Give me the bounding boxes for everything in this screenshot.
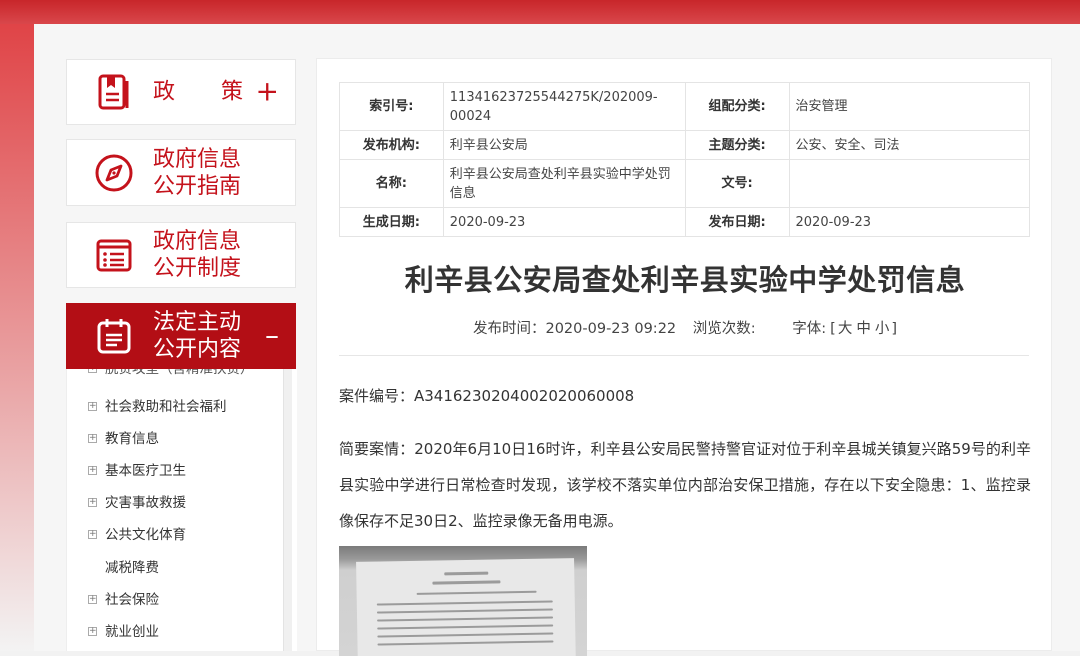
font-small-button[interactable]: 小 — [875, 321, 890, 337]
doc-number-label: 文号: — [684, 159, 790, 208]
scanned-document-image — [339, 546, 587, 656]
scanned-paper — [356, 558, 576, 656]
list-item-label: 教育信息 — [105, 431, 159, 447]
list-item-label: 就业创业 — [105, 624, 159, 640]
list-item-label: 社会保险 — [105, 592, 159, 608]
expand-icon[interactable]: + — [256, 77, 279, 105]
sidebar-policy[interactable]: 政策 + — [66, 59, 296, 125]
category-value: 治安管理 — [788, 82, 1030, 131]
created-date-value: 2020-09-23 — [442, 207, 686, 237]
list-scrollbar[interactable] — [283, 369, 292, 651]
list-item[interactable]: + 灾害事故救援 — [88, 493, 186, 513]
page-edge-decoration — [0, 24, 34, 651]
sidebar-system[interactable]: 政府信息 公开制度 — [66, 222, 296, 288]
category-label: 组配分类: — [684, 82, 790, 131]
publish-time: 发布时间：2020-09-23 09:22 — [472, 321, 677, 337]
disclosure-subcategory-list: + 脱贫攻坚（含精准扶贫） + 社会救助和社会福利 + 教育信息 + 基本医疗卫生 + 灾害事… — [66, 369, 297, 651]
index-number-label: 索引号: — [339, 82, 444, 131]
list-item[interactable]: + 社会保险 — [88, 590, 159, 610]
list-item-label: 公共文化体育 — [105, 527, 186, 543]
publish-info: 发布时间：2020-09-23 09:22 浏览次数: 字体:[大中小] — [317, 317, 1053, 338]
view-count: 浏览次数: — [692, 321, 756, 337]
top-banner — [0, 0, 1080, 24]
expand-box-icon[interactable]: + — [88, 498, 97, 507]
font-large-button[interactable]: 大 — [838, 321, 853, 337]
case-brief: 简要案情：2020年6月10日16时许，利辛县公安局民警持警官证对位于利辛县城关… — [339, 440, 1031, 530]
sidebar-mandatory-label: 法定主动 公开内容 — [153, 310, 242, 362]
expand-box-icon[interactable]: + — [88, 595, 97, 604]
sidebar-guide-label: 政府信息 公开指南 — [153, 146, 242, 199]
list-item-label: 基本医疗卫生 — [105, 463, 186, 479]
article-title: 利辛县公安局查处利辛县实验中学处罚信息 — [404, 263, 966, 297]
topic-label: 主题分类: — [684, 130, 790, 160]
expand-box-icon[interactable]: + — [88, 627, 97, 636]
collapse-icon[interactable]: – — [265, 321, 279, 349]
list-item[interactable]: + 社会救助和社会福利 — [88, 397, 227, 417]
topic-value: 公安、安全、司法 — [788, 130, 1030, 160]
expand-box-icon[interactable]: + — [88, 530, 97, 539]
list-board-icon — [96, 239, 132, 272]
sidebar-system-label: 政府信息 公开制度 — [153, 229, 242, 281]
sidebar-mandatory-disclosure[interactable]: 法定主动 公开内容 – — [66, 303, 296, 369]
index-number-value: 11341623725544275K/202009-00024 — [442, 82, 686, 131]
list-item[interactable]: + 公共文化体育 — [88, 525, 186, 545]
name-label: 名称: — [339, 159, 444, 208]
name-value: 利辛县公安局查处利辛县实验中学处罚信息 — [442, 159, 686, 208]
expand-box-icon[interactable]: + — [88, 434, 97, 443]
main-panel: 索引号: 11341623725544275K/202009-00024 组配分… — [316, 58, 1053, 656]
sidebar-guide[interactable]: 政府信息 公开指南 — [66, 139, 296, 206]
divider — [339, 355, 1029, 356]
list-item[interactable]: + 就业创业 — [88, 622, 159, 642]
list-item-label: 减税降费 — [105, 560, 159, 576]
publisher-label: 发布机构: — [339, 130, 444, 160]
list-item-label: 灾害事故救援 — [105, 495, 186, 511]
expand-box-icon[interactable]: + — [88, 369, 97, 373]
font-size-control: 字体:[大中小] — [792, 321, 897, 337]
list-item-partial[interactable]: + 脱贫攻坚（含精准扶贫） — [88, 369, 254, 379]
list-item[interactable]: + 基本医疗卫生 — [88, 461, 186, 481]
published-date-value: 2020-09-23 — [788, 207, 1030, 237]
created-date-label: 生成日期: — [339, 207, 444, 237]
case-number: 案件编号：A3416230204002020060008 — [339, 387, 635, 405]
font-medium-button[interactable]: 中 — [856, 321, 871, 337]
list-item[interactable]: 减税降费 — [105, 558, 159, 578]
published-date-label: 发布日期: — [684, 207, 790, 237]
metadata-table: 索引号: 11341623725544275K/202009-00024 组配分… — [339, 82, 1030, 237]
expand-box-icon[interactable]: + — [88, 466, 97, 475]
doc-number-value — [788, 159, 1030, 208]
expand-box-icon[interactable]: + — [88, 402, 97, 411]
list-item-label: 社会救助和社会福利 — [105, 399, 227, 415]
clipboard-icon — [97, 319, 131, 354]
compass-icon — [95, 154, 133, 191]
list-item[interactable]: + 教育信息 — [88, 429, 159, 449]
document-bookmark-icon — [98, 74, 129, 110]
publisher-value: 利辛县公安局 — [442, 130, 686, 160]
